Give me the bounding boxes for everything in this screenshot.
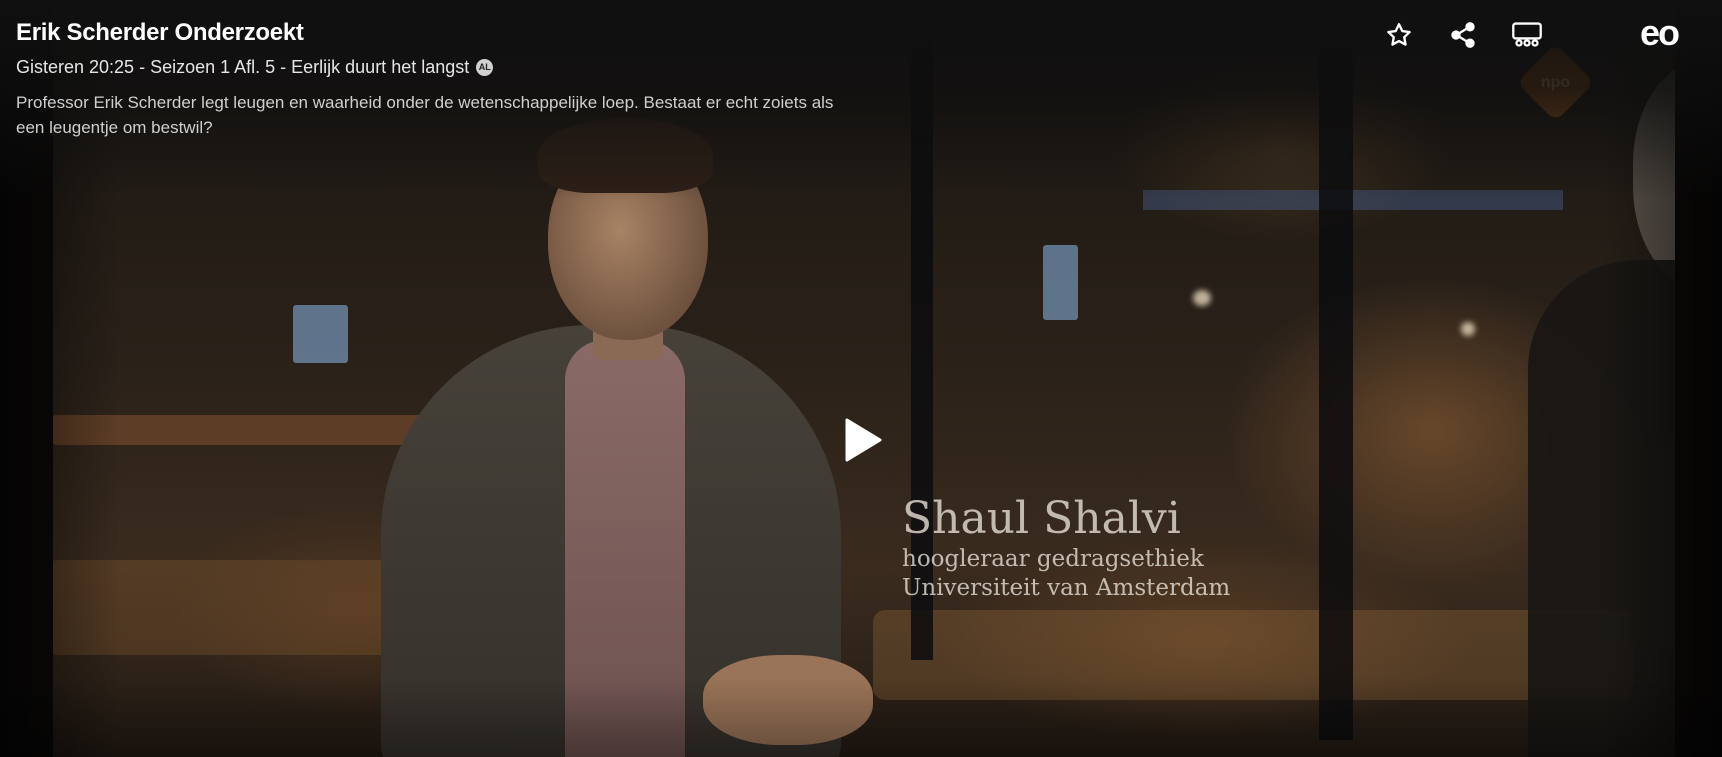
- share-button[interactable]: [1444, 16, 1482, 54]
- episode-meta: Gisteren 20:25 - Seizoen 1 Afl. 5 - Eerl…: [16, 56, 916, 78]
- vignette-bottom: [0, 677, 1722, 757]
- episode-info: Erik Scherder Onderzoekt Gisteren 20:25 …: [16, 18, 916, 140]
- episode-description: Professor Erik Scherder legt leugen en w…: [16, 93, 834, 137]
- favorite-button[interactable]: [1380, 16, 1418, 54]
- video-player[interactable]: npo Shaul Shalvi hoogleraar gedragsethie…: [0, 0, 1722, 757]
- player-actions: [1380, 16, 1572, 54]
- caption-name: Shaul Shalvi: [902, 493, 1181, 544]
- background-light: [1193, 290, 1211, 306]
- cast-button[interactable]: [1508, 16, 1546, 54]
- caption-title: hoogleraar gedragsethiek: [902, 546, 1204, 572]
- eo-logo: eo: [1640, 12, 1680, 53]
- name-caption: Shaul Shalvi hoogleraar gedragsethiek Un…: [902, 493, 1230, 603]
- play-button[interactable]: [843, 417, 883, 463]
- age-rating-badge: AL: [476, 58, 494, 76]
- star-icon: [1387, 23, 1411, 46]
- episode-meta-text: Gisteren 20:25 - Seizoen 1 Afl. 5 - Eerl…: [16, 57, 470, 77]
- caption-affiliation: Universiteit van Amsterdam: [902, 575, 1231, 601]
- play-icon: [845, 418, 882, 462]
- background-screen: [1043, 245, 1078, 320]
- episode-title: Erik Scherder Onderzoekt: [16, 19, 304, 46]
- background-screen: [293, 305, 348, 363]
- share-icon: [1451, 22, 1475, 48]
- cast-icon: [1512, 22, 1542, 47]
- background-light: [1461, 322, 1475, 336]
